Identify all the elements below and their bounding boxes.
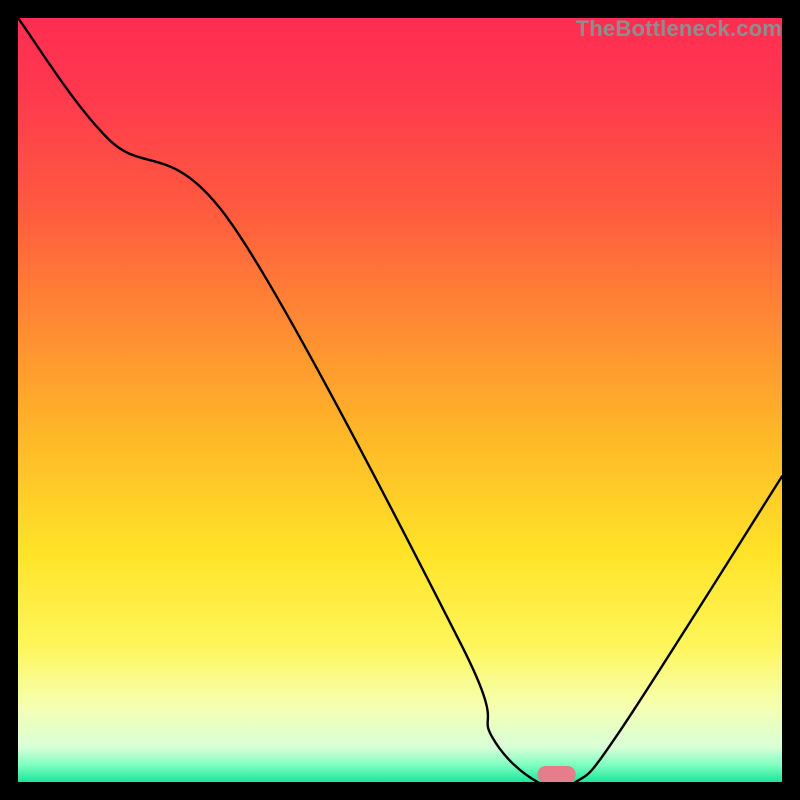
- plot-area: TheBottleneck.com: [18, 18, 782, 782]
- watermark-text: TheBottleneck.com: [576, 16, 782, 42]
- bottleneck-chart: [18, 18, 782, 782]
- gradient-background: [18, 18, 782, 782]
- chart-frame: TheBottleneck.com: [0, 0, 800, 800]
- optimal-marker: [538, 766, 576, 782]
